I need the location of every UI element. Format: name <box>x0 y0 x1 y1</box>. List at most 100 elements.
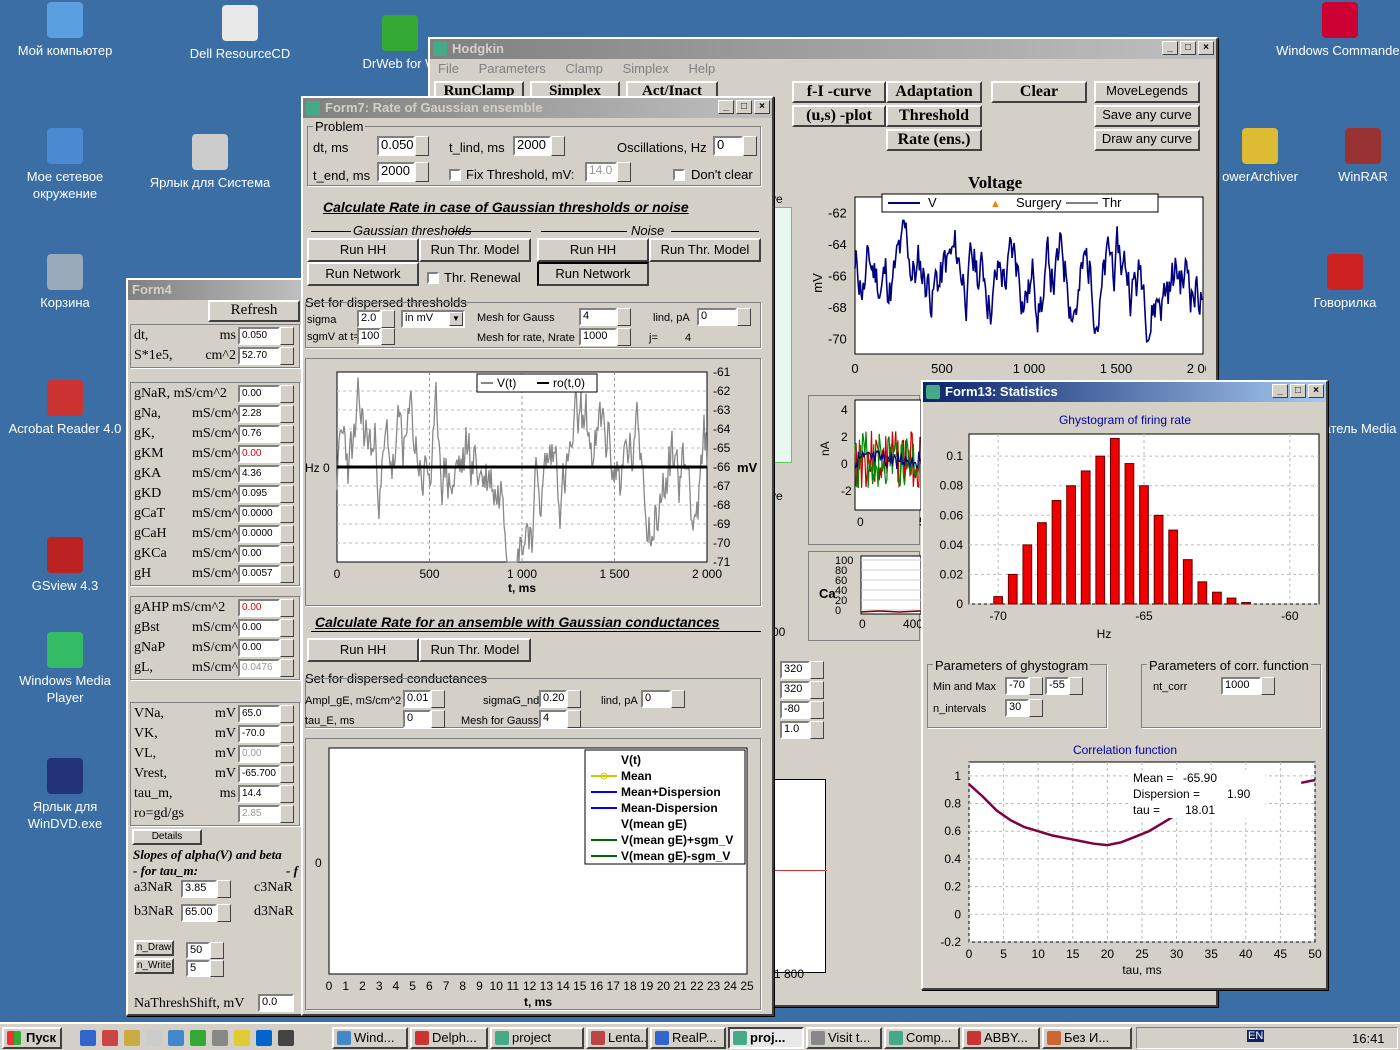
param-input[interactable]: 4.36 <box>238 465 280 483</box>
param-input[interactable]: 0.095 <box>238 485 280 503</box>
quicklaunch-icon[interactable] <box>212 1030 228 1046</box>
movelegends-button[interactable]: MoveLegends <box>1094 81 1200 103</box>
clear-button[interactable]: Clear <box>991 81 1087 103</box>
fix-input[interactable]: 14.0 <box>585 162 617 182</box>
param-spin[interactable] <box>280 599 294 617</box>
fix-threshold-checkbox[interactable] <box>449 169 461 181</box>
sgmv-input[interactable]: 100 <box>357 328 381 345</box>
param-input[interactable]: 52.70 <box>238 347 280 365</box>
lind2-input[interactable]: 0 <box>641 690 671 708</box>
param-spin[interactable] <box>280 327 294 345</box>
fix-spin[interactable] <box>617 162 631 182</box>
min-input[interactable]: -70 <box>1005 677 1029 695</box>
form13-titlebar[interactable]: Form13: Statistics _ □ × <box>923 382 1326 402</box>
desktop-icon[interactable]: Acrobat Reader 4.0 <box>0 380 130 437</box>
taue-spin[interactable] <box>431 710 445 728</box>
lang-indicator[interactable]: EN <box>1247 1030 1265 1042</box>
param-spin[interactable] <box>280 725 294 743</box>
param-spin[interactable] <box>280 347 294 365</box>
taskbar-item[interactable]: Lenta... <box>586 1027 648 1049</box>
max-spin[interactable] <box>1069 677 1083 695</box>
param-spin[interactable] <box>280 545 294 563</box>
minimize-icon[interactable]: _ <box>1162 41 1178 55</box>
unit-select-arrow[interactable]: ▼ <box>449 312 463 326</box>
param-input[interactable]: 0.00 <box>238 639 280 657</box>
field-320a[interactable]: 320 <box>780 661 810 679</box>
param-spin[interactable] <box>280 425 294 443</box>
details-button[interactable]: Details <box>132 829 202 845</box>
sigmag-spin[interactable] <box>567 690 581 708</box>
taskbar-item[interactable]: Без И... <box>1042 1027 1132 1049</box>
param-input[interactable]: 0.00 <box>238 619 280 637</box>
run-hh-button-2[interactable]: Run HH <box>537 238 649 262</box>
start-button[interactable]: Пуск <box>2 1027 62 1049</box>
nint-input[interactable]: 30 <box>1005 699 1029 717</box>
param-spin[interactable] <box>280 525 294 543</box>
param-spin[interactable] <box>280 505 294 523</box>
run-network-button-1[interactable]: Run Network <box>307 262 419 286</box>
menu-help[interactable]: Help <box>688 61 715 76</box>
nint-spin[interactable] <box>1029 699 1043 717</box>
run-hh-button-3[interactable]: Run HH <box>307 638 419 662</box>
param-input[interactable]: 0.0000 <box>238 505 280 523</box>
param-spin[interactable] <box>280 385 294 403</box>
taskbar-item[interactable]: Comp... <box>884 1027 960 1049</box>
osc-input[interactable]: 0 <box>713 136 743 156</box>
ampl-spin[interactable] <box>431 690 445 708</box>
b3nar-spin[interactable] <box>217 904 231 922</box>
param-input[interactable]: 2.85 <box>238 805 280 823</box>
b3nar-input[interactable]: 65.00 <box>181 904 217 922</box>
desktop-icon[interactable]: Мое сетевое окружение <box>0 128 130 202</box>
minimize-icon[interactable]: _ <box>718 100 734 114</box>
thr-renewal-checkbox[interactable] <box>427 272 439 284</box>
desktop-icon[interactable]: Ярлык для WinDVD.exe <box>0 758 130 832</box>
param-input[interactable]: 2.28 <box>238 405 280 423</box>
desktop-icon[interactable]: WinRAR <box>1298 128 1400 185</box>
a3nar-spin[interactable] <box>217 880 231 898</box>
desktop-icon[interactable]: Корзина <box>0 254 130 311</box>
mesh-gauss-input[interactable]: 4 <box>579 308 617 326</box>
tlind-input[interactable]: 2000 <box>513 136 551 156</box>
param-spin[interactable] <box>280 445 294 463</box>
run-hh-button-1[interactable]: Run HH <box>307 238 419 262</box>
spin-320a[interactable] <box>810 661 824 679</box>
threshold-button[interactable]: Threshold <box>886 105 982 127</box>
param-input[interactable]: 0.00 <box>238 745 280 763</box>
mesh-rate-input[interactable]: 1000 <box>579 328 617 346</box>
param-input[interactable]: 0.0000 <box>238 525 280 543</box>
osc-spin[interactable] <box>743 136 757 156</box>
draw-any-curve-button[interactable]: Draw any curve <box>1094 129 1200 151</box>
us-plot-button[interactable]: (u,s) -plot <box>792 105 886 127</box>
quicklaunch-icon[interactable] <box>146 1030 162 1046</box>
lind-spin[interactable] <box>737 308 751 326</box>
param-spin[interactable] <box>280 705 294 723</box>
param-spin[interactable] <box>280 659 294 677</box>
lind2-spin[interactable] <box>671 690 685 708</box>
ncorr-input[interactable]: 1000 <box>1221 677 1261 695</box>
mesh-rate-spin[interactable] <box>617 328 631 346</box>
menu-clamp[interactable]: Clamp <box>565 61 603 76</box>
sgmv-spin[interactable] <box>381 328 395 345</box>
param-input[interactable]: 65.0 <box>238 705 280 723</box>
quicklaunch-icon[interactable] <box>256 1030 272 1046</box>
nwrite-input[interactable]: 5 <box>186 960 210 977</box>
taskbar-item[interactable]: Visit t... <box>806 1027 882 1049</box>
close-icon[interactable]: × <box>1308 384 1324 398</box>
dontclear-checkbox[interactable] <box>673 169 685 181</box>
spin-80[interactable] <box>810 701 824 719</box>
param-spin[interactable] <box>280 405 294 423</box>
param-input[interactable]: 0.050 <box>238 327 280 345</box>
close-icon[interactable]: × <box>1198 41 1214 55</box>
run-thr-button-2[interactable]: Run Thr. Model <box>649 238 761 262</box>
adaptation-button[interactable]: Adaptation <box>886 81 982 103</box>
ndraw-input[interactable]: 50 <box>186 942 210 959</box>
run-network-button-2[interactable]: Run Network <box>537 262 649 286</box>
quicklaunch-icon[interactable] <box>80 1030 96 1046</box>
quicklaunch-icon[interactable] <box>168 1030 184 1046</box>
tlind-spin[interactable] <box>551 136 565 156</box>
taskbar-item[interactable]: ABBY... <box>962 1027 1040 1049</box>
desktop-icon[interactable]: Ярлык для Система <box>145 134 275 191</box>
quicklaunch-icon[interactable] <box>190 1030 206 1046</box>
lind-input[interactable]: 0 <box>697 308 737 326</box>
tend-input[interactable]: 2000 <box>377 162 415 182</box>
